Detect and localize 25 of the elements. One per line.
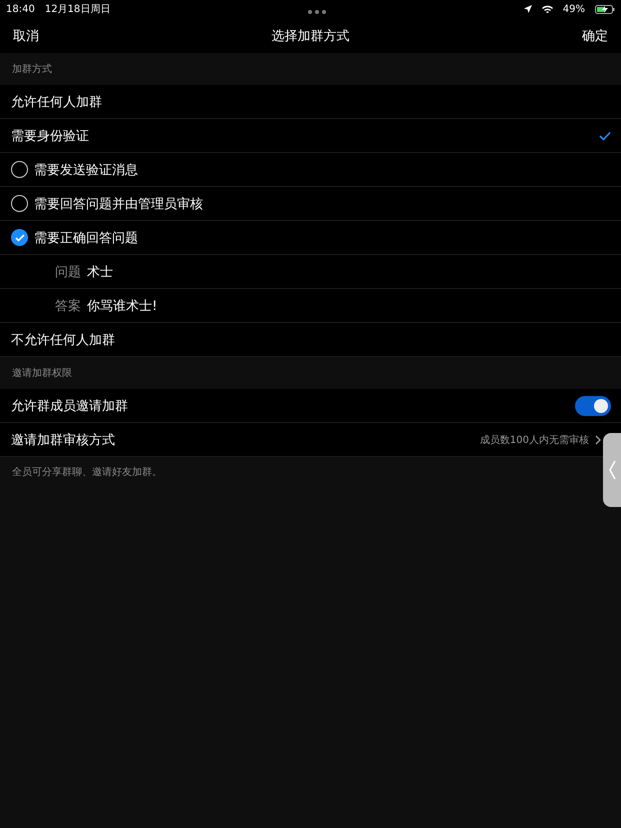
option-label: 需要发送验证消息 bbox=[34, 162, 138, 178]
status-date: 12月18日周日 bbox=[44, 3, 110, 16]
row-label: 邀请加群审核方式 bbox=[11, 432, 115, 448]
field-label: 问题 bbox=[55, 264, 81, 280]
confirm-button[interactable]: 确定 bbox=[582, 26, 608, 44]
note-text: 全员可分享群聊、邀请好友加群。 bbox=[12, 466, 162, 479]
field-label: 答案 bbox=[55, 298, 81, 314]
field-value: 术士 bbox=[87, 264, 113, 280]
field-row[interactable]: 答案 你骂谁术士! bbox=[0, 289, 621, 323]
review-row[interactable]: 邀请加群审核方式 成员数100人内无需审核 bbox=[0, 423, 621, 457]
option-label: 需要回答问题并由管理员审核 bbox=[34, 196, 203, 212]
field-value: 你骂谁术士! bbox=[87, 298, 158, 314]
option-label: 需要正确回答问题 bbox=[34, 230, 138, 246]
row-value: 成员数100人内无需审核 bbox=[480, 434, 589, 446]
option-label[interactable]: 需要身份验证 bbox=[11, 128, 89, 144]
cancel-button[interactable]: 取消 bbox=[13, 26, 39, 44]
field-row[interactable]: 问题 术士 bbox=[0, 255, 621, 289]
toggle-label: 允许群成员邀请加群 bbox=[11, 398, 128, 414]
option-label[interactable]: 不允许任何人加群 bbox=[11, 332, 115, 348]
status-time: 18:40 bbox=[6, 4, 35, 14]
option-label[interactable]: 允许任何人加群 bbox=[11, 94, 102, 110]
section-header: 加群方式 bbox=[12, 62, 52, 76]
section-header: 邀请加群权限 bbox=[12, 366, 72, 380]
page-title: 选择加群方式 bbox=[272, 28, 350, 44]
battery-percent: 49% bbox=[562, 4, 585, 14]
